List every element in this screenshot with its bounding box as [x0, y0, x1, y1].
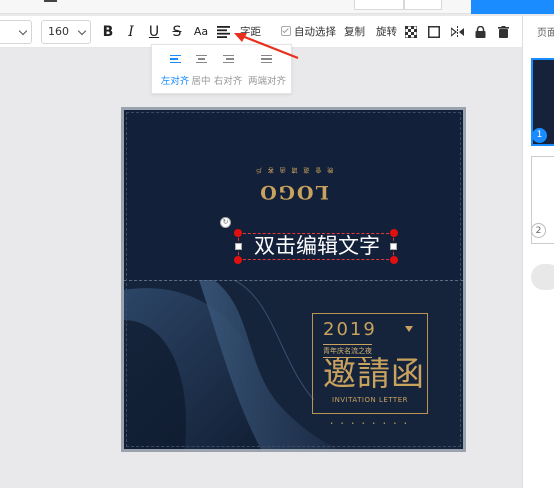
top-segment-right[interactable]: [404, 0, 442, 10]
logo-subtext: 晚 會 邀 請 函 客 戶: [253, 166, 334, 173]
design-canvas[interactable]: 晚 會 邀 請 函 客 戶 LOGO ↻ 双击编辑文字 2019 青年庆名流之夜…: [121, 107, 466, 452]
decorative-dots: • • • • • • • •: [330, 421, 410, 427]
auto-select-label: 自动选择: [294, 26, 336, 38]
lock-button[interactable]: [473, 24, 487, 40]
rotate-button[interactable]: 旋转: [376, 25, 397, 39]
transparency-button[interactable]: [404, 24, 418, 40]
triangle-icon: [405, 326, 413, 332]
align-center-icon: [196, 55, 207, 64]
copy-button[interactable]: 复制: [344, 25, 365, 39]
page-thumbnail-2[interactable]: 2: [531, 156, 554, 244]
top-primary-button[interactable]: [471, 0, 554, 14]
pages-panel: 页面 1 2: [522, 16, 554, 488]
page-number-badge: 2: [531, 223, 546, 238]
invitation-title[interactable]: 邀請函: [323, 356, 425, 392]
resize-handle-top-left[interactable]: [234, 229, 242, 237]
page-number-badge: 1: [532, 128, 547, 143]
invitation-card[interactable]: 2019 青年庆名流之夜 邀請函 INVITATION LETTER: [312, 313, 428, 414]
resize-handle-left[interactable]: [235, 243, 242, 250]
strikethrough-button[interactable]: S: [170, 24, 184, 40]
border-button[interactable]: [427, 24, 441, 40]
resize-handle-bottom-left[interactable]: [234, 256, 242, 264]
align-button[interactable]: [216, 24, 230, 40]
trash-icon: [497, 26, 509, 38]
lock-icon: [475, 25, 485, 38]
page-thumbnail-1[interactable]: 1: [531, 58, 554, 146]
year-text[interactable]: 2019: [323, 319, 377, 340]
top-strip: [0, 0, 554, 14]
chevron-down-icon: [18, 26, 28, 36]
align-option-label: 右对齐: [213, 76, 243, 87]
resize-handle-top-right[interactable]: [390, 229, 398, 237]
top-segment-left[interactable]: [354, 0, 404, 10]
selected-text-box[interactable]: 双击编辑文字: [234, 229, 398, 264]
checker-icon: [404, 25, 418, 39]
font-family-select[interactable]: [0, 20, 32, 44]
italic-button[interactable]: I: [124, 24, 138, 40]
align-left-icon: [170, 55, 181, 64]
annotation-arrow: [234, 33, 299, 60]
font-size-select[interactable]: 160: [41, 20, 91, 44]
resize-handle-bottom-right[interactable]: [390, 256, 398, 264]
font-size-value: 160: [48, 25, 69, 38]
flip-button[interactable]: [449, 24, 464, 40]
text-case-button[interactable]: Aa: [192, 24, 210, 40]
add-page-button[interactable]: [531, 264, 554, 290]
delete-button[interactable]: [496, 24, 510, 40]
rotate-handle-icon[interactable]: ↻: [220, 217, 231, 228]
align-option-label: 两端对齐: [247, 76, 286, 87]
resize-handle-right[interactable]: [390, 243, 397, 250]
top-strip-dash: [44, 0, 57, 2]
invitation-letter-text[interactable]: INVITATION LETTER: [313, 396, 427, 404]
bold-button[interactable]: B: [101, 24, 115, 40]
square-outline-icon: [428, 26, 440, 38]
pages-header: 页面: [537, 28, 554, 39]
flip-horizontal-icon: [449, 26, 464, 38]
logo-text[interactable]: LOGO: [124, 181, 463, 203]
chevron-down-icon: [77, 26, 87, 36]
editable-text[interactable]: 双击编辑文字: [239, 232, 395, 260]
align-left-icon: [216, 26, 230, 38]
underline-button[interactable]: U: [147, 24, 161, 40]
